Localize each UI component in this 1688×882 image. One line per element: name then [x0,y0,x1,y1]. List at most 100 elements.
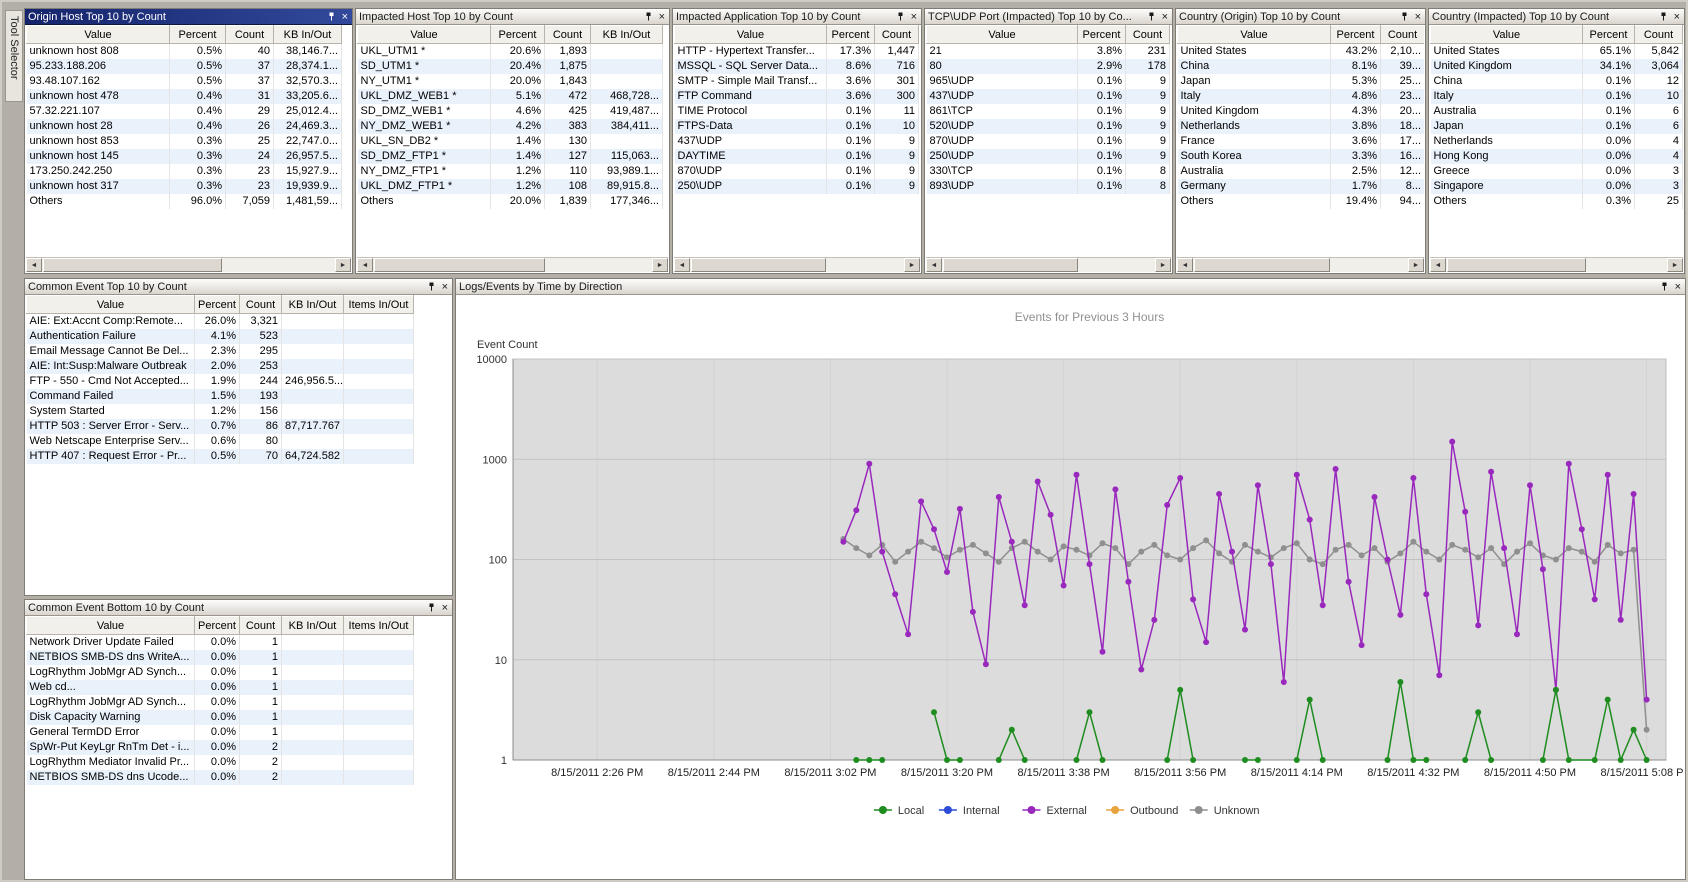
table-row[interactable]: Web cd...0.0%1 [27,680,414,695]
column-header-kb-in-out[interactable]: KB In/Out [591,26,663,44]
scrollbar-thumb[interactable] [43,258,222,272]
table-row[interactable]: Others0.3%25 [1431,194,1683,209]
table-row[interactable]: NY_DMZ_FTP1 *1.2%11093,989.1... [358,164,663,179]
table-row[interactable]: unknown host 3170.3%2319,939.9... [27,179,342,194]
table-row[interactable]: Email Message Cannot Be Del...2.3%295 [27,344,414,359]
table-row[interactable]: UKL_DMZ_FTP1 *1.2%10889,915.8... [358,179,663,194]
table-row[interactable]: Others96.0%7,0591,481,59... [27,194,342,209]
legend-item-internal[interactable]: Internal [939,805,1000,817]
table-row[interactable]: South Korea3.3%16... [1178,149,1425,164]
table-row[interactable]: Netherlands3.8%18... [1178,119,1425,134]
table-row[interactable]: Italy0.1%10 [1431,89,1683,104]
column-header-percent[interactable]: Percent [170,26,226,44]
table-row[interactable]: TIME Protocol0.1%11 [675,104,919,119]
table-row[interactable]: Authentication Failure4.1%523 [27,329,414,344]
legend-item-unknown[interactable]: Unknown [1190,805,1260,817]
column-header-count[interactable]: Count [240,617,282,635]
panel-titlebar[interactable]: Common Event Bottom 10 by Count × [25,600,452,616]
table-row[interactable]: Japan0.1%6 [1431,119,1683,134]
table-row[interactable]: Greece0.0%3 [1431,164,1683,179]
legend-item-local[interactable]: Local [874,805,924,817]
column-header-value[interactable]: Value [27,296,195,314]
table-row[interactable]: FTP Command3.6%300 [675,89,919,104]
table-row[interactable]: LogRhythm JobMgr AD Synch...0.0%1 [27,695,414,710]
scrollbar-thumb[interactable] [1194,258,1330,272]
column-header-items-in-out[interactable]: Items In/Out [344,296,414,314]
table-row[interactable]: 437\UDP0.1%9 [675,134,919,149]
table-row[interactable]: Germany1.7%8... [1178,179,1425,194]
table-row[interactable]: 93.48.107.1620.5%3732,570.3... [27,74,342,89]
table-row[interactable]: Australia2.5%12... [1178,164,1425,179]
close-icon[interactable]: × [1673,12,1681,22]
column-header-value[interactable]: Value [27,617,195,635]
scroll-right-icon[interactable]: ► [904,258,920,272]
table-row[interactable]: France3.6%17... [1178,134,1425,149]
table-row[interactable]: NETBIOS SMB-DS dns Ucode...0.0%2 [27,770,414,785]
column-header-value[interactable]: Value [675,26,827,44]
table-row[interactable]: SD_DMZ_FTP1 *1.4%127115,063... [358,149,663,164]
horizontal-scrollbar[interactable]: ◄ ► [926,257,1171,272]
scrollbar-thumb[interactable] [1447,258,1586,272]
column-header-kb-in-out[interactable]: KB In/Out [282,617,344,635]
table-row[interactable]: UKL_SN_DB2 *1.4%130 [358,134,663,149]
column-header-kb-in-out[interactable]: KB In/Out [274,26,342,44]
table-row[interactable]: Command Failed1.5%193 [27,389,414,404]
table-row[interactable]: 520\UDP0.1%9 [927,119,1170,134]
column-header-percent[interactable]: Percent [1331,26,1381,44]
table-row[interactable]: FTP - 550 - Cmd Not Accepted...1.9%24424… [27,374,414,389]
pin-icon[interactable] [1147,12,1156,21]
scrollbar-thumb[interactable] [374,258,545,272]
table-row[interactable]: FTPS-Data0.1%10 [675,119,919,134]
close-icon[interactable]: × [658,12,666,22]
pin-icon[interactable] [1400,12,1409,21]
table-row[interactable]: 861\TCP0.1%9 [927,104,1170,119]
horizontal-scrollbar[interactable]: ◄ ► [357,257,668,272]
column-header-count[interactable]: Count [1635,26,1683,44]
column-header-percent[interactable]: Percent [827,26,875,44]
column-header-value[interactable]: Value [27,26,170,44]
pin-icon[interactable] [1660,282,1669,291]
panel-titlebar[interactable]: Origin Host Top 10 by Count × [25,9,352,25]
column-header-value[interactable]: Value [927,26,1078,44]
table-row[interactable]: 437\UDP0.1%9 [927,89,1170,104]
table-row[interactable]: DAYTIME0.1%9 [675,149,919,164]
scroll-left-icon[interactable]: ◄ [926,258,942,272]
table-row[interactable]: NETBIOS SMB-DS dns WriteA...0.0%1 [27,650,414,665]
column-header-value[interactable]: Value [358,26,491,44]
table-row[interactable]: 893\UDP0.1%8 [927,179,1170,194]
table-row[interactable]: 250\UDP0.1%9 [675,179,919,194]
scroll-left-icon[interactable]: ◄ [26,258,42,272]
scroll-left-icon[interactable]: ◄ [1177,258,1193,272]
column-header-count[interactable]: Count [1126,26,1170,44]
table-row[interactable]: United Kingdom34.1%3,064 [1431,59,1683,74]
panel-titlebar[interactable]: Logs/Events by Time by Direction × [456,279,1685,295]
close-icon[interactable]: × [910,12,918,22]
column-header-count[interactable]: Count [226,26,274,44]
scroll-right-icon[interactable]: ► [1155,258,1171,272]
table-row[interactable]: LogRhythm JobMgr AD Synch...0.0%1 [27,665,414,680]
tool-selector-tab[interactable]: Tool Selector [5,10,23,102]
table-row[interactable]: Netherlands0.0%4 [1431,134,1683,149]
table-row[interactable]: Japan5.3%25... [1178,74,1425,89]
pin-icon[interactable] [427,282,436,291]
table-row[interactable]: 95.233.188.2060.5%3728,374.1... [27,59,342,74]
column-header-percent[interactable]: Percent [195,617,240,635]
horizontal-scrollbar[interactable]: ◄ ► [1430,257,1683,272]
scroll-right-icon[interactable]: ► [1667,258,1683,272]
table-row[interactable]: China0.1%12 [1431,74,1683,89]
table-row[interactable]: Web Netscape Enterprise Serv...0.6%80 [27,434,414,449]
table-row[interactable]: unknown host 4780.4%3133,205.6... [27,89,342,104]
table-row[interactable]: Network Driver Update Failed0.0%1 [27,635,414,650]
scroll-left-icon[interactable]: ◄ [674,258,690,272]
scroll-right-icon[interactable]: ► [335,258,351,272]
horizontal-scrollbar[interactable]: ◄ ► [674,257,920,272]
panel-titlebar[interactable]: Impacted Host Top 10 by Count × [356,9,669,25]
table-row[interactable]: Others19.4%94... [1178,194,1425,209]
legend-item-external[interactable]: External [1023,805,1087,817]
table-row[interactable]: 870\UDP0.1%9 [927,134,1170,149]
legend-item-outbound[interactable]: Outbound [1106,805,1178,817]
horizontal-scrollbar[interactable]: ◄ ► [26,257,351,272]
table-row[interactable]: 213.8%231 [927,44,1170,59]
table-row[interactable]: Australia0.1%6 [1431,104,1683,119]
table-row[interactable]: unknown host 8080.5%4038,146.7... [27,44,342,59]
